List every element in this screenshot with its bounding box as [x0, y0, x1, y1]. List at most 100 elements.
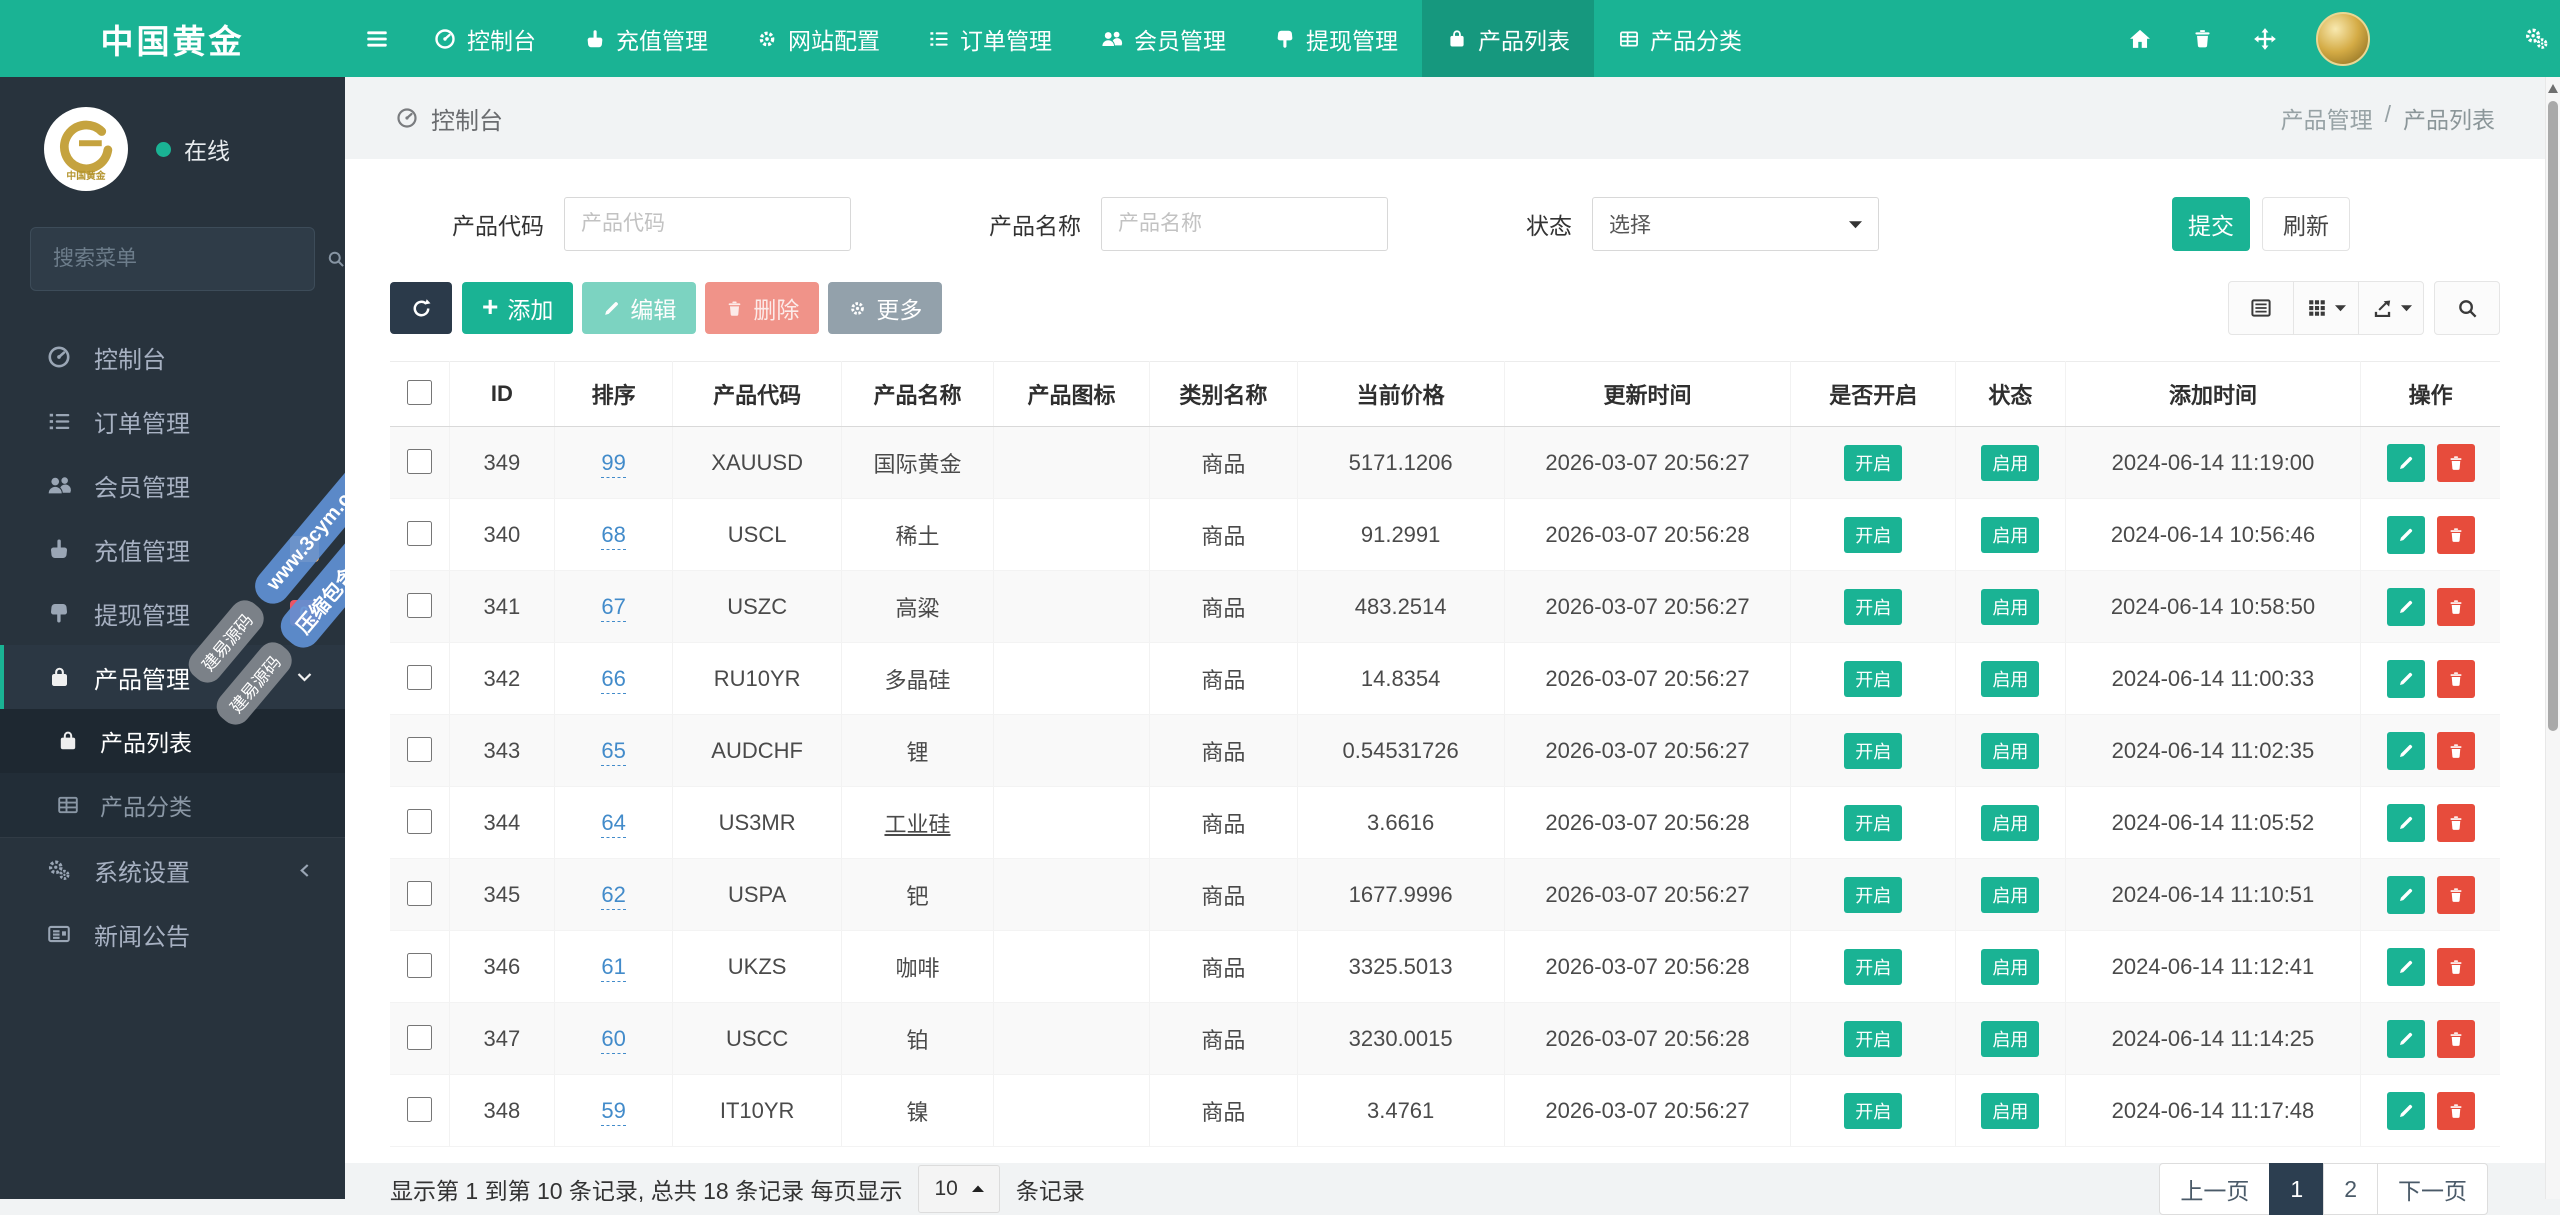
row-checkbox[interactable] — [407, 737, 432, 762]
brand-avatar[interactable]: 中国黄金 — [44, 107, 128, 191]
menu-search-box[interactable] — [30, 227, 315, 291]
sidebar-item-recharge[interactable]: 充值管理 0 — [0, 517, 345, 581]
gear-icon — [756, 28, 778, 50]
sidebar-item-system-settings[interactable]: 系统设置 — [0, 838, 345, 902]
edit-row-button[interactable] — [2387, 660, 2425, 698]
delete-row-button[interactable] — [2437, 1020, 2475, 1058]
trash-icon[interactable] — [2191, 27, 2214, 50]
nav-item-product-category[interactable]: 产品分类 — [1594, 0, 1766, 77]
nav-item-withdraw[interactable]: 提现管理 — [1250, 0, 1422, 77]
delete-row-button[interactable] — [2437, 588, 2475, 626]
sort-editable-link[interactable]: 66 — [601, 666, 625, 694]
reload-button[interactable] — [390, 282, 452, 334]
open-badge: 开启 — [1844, 517, 1902, 553]
page-size-select[interactable]: 10 — [918, 1165, 999, 1213]
add-button[interactable]: + 添加 — [462, 282, 573, 334]
delete-row-button[interactable] — [2437, 876, 2475, 914]
row-checkbox[interactable] — [407, 1025, 432, 1050]
sidebar-item-orders[interactable]: 订单管理 — [0, 389, 345, 453]
scrollbar-thumb[interactable] — [2548, 101, 2558, 731]
next-page-button[interactable]: 下一页 — [2377, 1163, 2488, 1215]
page-2-button[interactable]: 2 — [2323, 1163, 2378, 1215]
delete-row-button[interactable] — [2437, 948, 2475, 986]
edit-row-button[interactable] — [2387, 444, 2425, 482]
nav-item-dashboard[interactable]: 控制台 — [409, 0, 560, 77]
delete-button[interactable]: 删除 — [705, 282, 819, 334]
sidebar-toggle-button[interactable] — [345, 0, 409, 77]
edit-row-button[interactable] — [2387, 1020, 2425, 1058]
sort-editable-link[interactable]: 67 — [601, 594, 625, 622]
sort-editable-link[interactable]: 59 — [601, 1098, 625, 1126]
breadcrumb-dashboard[interactable]: 控制台 — [431, 101, 503, 136]
more-button[interactable]: 更多 — [828, 282, 942, 334]
refresh-filter-button[interactable]: 刷新 — [2262, 197, 2350, 251]
columns-toggle-button[interactable] — [2293, 281, 2359, 335]
export-button[interactable] — [2358, 281, 2424, 335]
sort-editable-link[interactable]: 62 — [601, 882, 625, 910]
row-checkbox[interactable] — [407, 449, 432, 474]
sidebar-item-withdraw[interactable]: 提现管理 0 — [0, 581, 345, 645]
sort-editable-link[interactable]: 99 — [601, 450, 625, 478]
scrollbar-up-arrow[interactable] — [2548, 84, 2558, 93]
pencil-icon — [2397, 1030, 2415, 1048]
delete-row-button[interactable] — [2437, 444, 2475, 482]
cell-name: 铂 — [842, 1003, 994, 1075]
list-view-button[interactable] — [2228, 281, 2294, 335]
sidebar-item-dashboard[interactable]: 控制台 — [0, 325, 345, 389]
user-avatar[interactable] — [2316, 12, 2370, 66]
nav-item-site-config[interactable]: 网站配置 — [732, 0, 904, 77]
edit-row-button[interactable] — [2387, 876, 2425, 914]
settings-gears-icon[interactable] — [2523, 25, 2550, 52]
delete-row-button[interactable] — [2437, 1092, 2475, 1130]
sort-editable-link[interactable]: 64 — [601, 810, 625, 838]
row-checkbox[interactable] — [407, 809, 432, 834]
sort-editable-link[interactable]: 60 — [601, 1026, 625, 1054]
sidebar-item-product-list[interactable]: 产品列表 — [0, 709, 345, 773]
edit-row-button[interactable] — [2387, 948, 2425, 986]
edit-row-button[interactable] — [2387, 516, 2425, 554]
product-code-input[interactable] — [564, 197, 851, 251]
prev-page-button[interactable]: 上一页 — [2159, 1163, 2270, 1215]
search-toggle-button[interactable] — [2434, 281, 2500, 335]
delete-row-button[interactable] — [2437, 516, 2475, 554]
submit-button[interactable]: 提交 — [2172, 197, 2250, 251]
sidebar-item-product-management[interactable]: 产品管理 — [0, 645, 345, 709]
page-scrollbar[interactable] — [2545, 77, 2560, 1199]
delete-row-button[interactable] — [2437, 804, 2475, 842]
product-name-input[interactable] — [1101, 197, 1388, 251]
cell-category: 商品 — [1150, 643, 1298, 715]
sort-editable-link[interactable]: 68 — [601, 522, 625, 550]
edit-row-button[interactable] — [2387, 804, 2425, 842]
col-status: 状态 — [1956, 362, 2066, 427]
row-checkbox[interactable] — [407, 665, 432, 690]
nav-item-recharge[interactable]: 充值管理 — [560, 0, 732, 77]
sidebar-item-news[interactable]: 新闻公告 — [0, 902, 345, 966]
status-select[interactable]: 选择 — [1592, 197, 1879, 251]
row-checkbox[interactable] — [407, 593, 432, 618]
edit-row-button[interactable] — [2387, 1092, 2425, 1130]
nav-item-product-list[interactable]: 产品列表 — [1422, 0, 1594, 77]
nav-item-orders[interactable]: 订单管理 — [904, 0, 1076, 77]
nav-item-members[interactable]: 会员管理 — [1076, 0, 1250, 77]
sidebar-item-label: 会员管理 — [94, 468, 190, 503]
home-icon[interactable] — [2127, 26, 2153, 52]
sort-editable-link[interactable]: 61 — [601, 954, 625, 982]
select-all-checkbox[interactable] — [407, 380, 432, 405]
edit-row-button[interactable] — [2387, 732, 2425, 770]
delete-row-button[interactable] — [2437, 732, 2475, 770]
cell-name: 锂 — [842, 715, 994, 787]
row-checkbox[interactable] — [407, 881, 432, 906]
page-1-button[interactable]: 1 — [2269, 1163, 2324, 1215]
edit-row-button[interactable] — [2387, 588, 2425, 626]
fullscreen-arrows-icon[interactable] — [2252, 26, 2278, 52]
breadcrumb-parent[interactable]: 产品管理 — [2281, 101, 2373, 135]
menu-search-input[interactable] — [51, 246, 326, 272]
sort-editable-link[interactable]: 65 — [601, 738, 625, 766]
edit-button[interactable]: 编辑 — [582, 282, 696, 334]
sidebar-item-product-category[interactable]: 产品分类 — [0, 773, 345, 837]
delete-row-button[interactable] — [2437, 660, 2475, 698]
sidebar-item-members[interactable]: 会员管理 — [0, 453, 345, 517]
row-checkbox[interactable] — [407, 953, 432, 978]
row-checkbox[interactable] — [407, 1097, 432, 1122]
row-checkbox[interactable] — [407, 521, 432, 546]
